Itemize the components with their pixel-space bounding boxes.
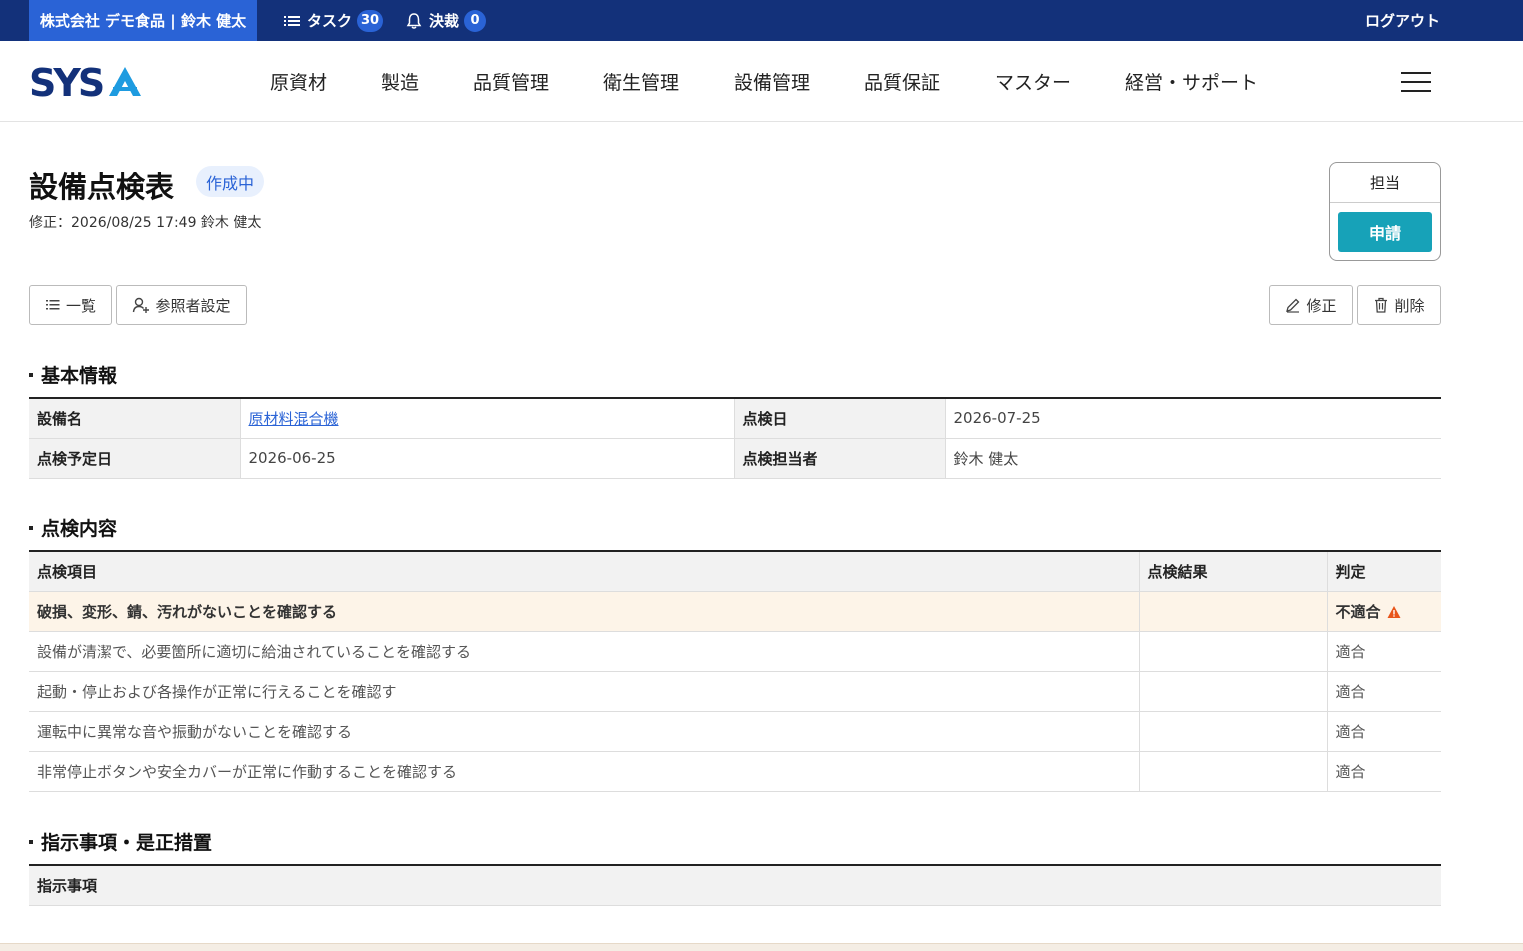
column-header-result: 点検結果 <box>1138 551 1327 592</box>
task-count-badge: 30 <box>357 9 384 32</box>
section-instructions: 指示事項・是正措置 <box>29 828 212 855</box>
edit-button[interactable]: 修正 <box>1269 285 1353 325</box>
equipment-name-link[interactable]: 原材料混合機 <box>249 410 339 428</box>
inspection-result <box>1138 631 1327 672</box>
nav-item-management-support[interactable]: 経営・サポート <box>1125 41 1258 122</box>
inspection-item: 非常停止ボタンや安全カバーが正常に作動することを確認する <box>29 751 1139 792</box>
inspection-result <box>1138 591 1327 632</box>
column-header-instruction: 指示事項 <box>29 865 1441 906</box>
cell-value: 原材料混合機 <box>239 398 734 439</box>
table-row: 設備名 原材料混合機 点検日 2026-07-25 <box>29 398 1441 439</box>
inspection-table: 点検項目 点検結果 判定 破損、変形、錆、汚れがないことを確認する 不適合 設備… <box>29 550 1441 792</box>
table-row: 設備が清潔で、必要箇所に適切に給油されていることを確認する 適合 <box>29 631 1441 672</box>
nav-item-equipment[interactable]: 設備管理 <box>734 41 810 122</box>
inspection-result <box>1138 671 1327 712</box>
judgement-text: 不適合 <box>1335 602 1381 621</box>
approval-role: 担当 <box>1330 163 1440 203</box>
trash-icon <box>1375 297 1388 313</box>
list-icon <box>284 15 300 26</box>
table-header-row: 点検項目 点検結果 判定 <box>29 551 1441 592</box>
table-row: 運転中に異常な音や振動がないことを確認する 適合 <box>29 711 1441 752</box>
nav-item-master[interactable]: マスター <box>995 41 1071 122</box>
section-heading: 点検内容 <box>41 518 118 540</box>
nav-item-raw-materials[interactable]: 原資材 <box>270 41 327 122</box>
nav-item-manufacturing[interactable]: 製造 <box>381 41 419 122</box>
page-bottom-edge <box>0 943 1523 951</box>
inspection-item: 破損、変形、錆、汚れがないことを確認する <box>29 591 1139 632</box>
table-header-row: 指示事項 <box>29 865 1441 906</box>
cell-label: 設備名 <box>29 398 240 439</box>
inspection-judgement: 適合 <box>1326 751 1441 792</box>
top-bar: 株式会社 デモ食品 | 鈴木 健太 タスク 30 決裁 0 ログアウト <box>0 0 1523 41</box>
main-nav: SYS 原資材 製造 品質管理 衛生管理 設備管理 品質保証 マスター 経営・サ… <box>0 41 1523 122</box>
sysa-logo[interactable]: SYS <box>29 65 145 99</box>
edit-button-label: 修正 <box>1306 296 1337 315</box>
nav-item-quality-control[interactable]: 品質管理 <box>473 41 549 122</box>
approval-label: 決裁 <box>429 12 460 30</box>
cell-value: 2026-07-25 <box>944 398 1441 439</box>
nav-item-hygiene[interactable]: 衛生管理 <box>603 41 679 122</box>
svg-text:SYS: SYS <box>29 65 103 99</box>
inspection-result <box>1138 751 1327 792</box>
section-heading: 基本情報 <box>41 365 118 387</box>
page-title: 設備点検表 <box>29 170 175 204</box>
section-basic-info: 基本情報 <box>29 361 117 388</box>
task-link[interactable]: タスク 30 <box>283 0 384 41</box>
list-button[interactable]: 一覧 <box>29 285 112 325</box>
inspection-item: 起動・停止および各操作が正常に行えることを確認す <box>29 671 1139 712</box>
column-header-item: 点検項目 <box>29 551 1139 592</box>
add-user-icon <box>133 297 150 313</box>
approval-box: 担当 申請 <box>1329 162 1441 261</box>
approval-count-badge: 0 <box>464 9 487 32</box>
viewer-settings-button[interactable]: 参照者設定 <box>116 285 247 325</box>
inspection-item: 運転中に異常な音や振動がないことを確認する <box>29 711 1139 752</box>
cell-value: 2026-06-25 <box>239 438 734 479</box>
cell-label: 点検担当者 <box>733 438 945 479</box>
cell-label: 点検予定日 <box>29 438 240 479</box>
modified-info: 修正：2026/08/25 17:49 鈴木 健太 <box>29 215 262 231</box>
inspection-result <box>1138 711 1327 752</box>
table-row: 点検予定日 2026-06-25 点検担当者 鈴木 健太 <box>29 438 1441 479</box>
table-row: 非常停止ボタンや安全カバーが正常に作動することを確認する 適合 <box>29 751 1441 792</box>
status-badge: 作成中 <box>196 166 265 197</box>
inspection-judgement: 適合 <box>1326 711 1441 752</box>
warning-icon <box>1387 606 1401 618</box>
pencil-icon <box>1286 298 1300 313</box>
inspection-judgement: 適合 <box>1326 631 1441 672</box>
basic-info-table: 設備名 原材料混合機 点検日 2026-07-25 点検予定日 2026-06-… <box>29 397 1441 479</box>
viewer-settings-label: 参照者設定 <box>155 296 231 315</box>
cell-label: 点検日 <box>733 398 945 439</box>
logout-link[interactable]: ログアウト <box>1365 0 1440 41</box>
apply-button[interactable]: 申請 <box>1338 212 1432 252</box>
task-label: タスク <box>307 12 353 30</box>
inspection-item: 設備が清潔で、必要箇所に適切に給油されていることを確認する <box>29 631 1139 672</box>
nav-item-quality-assurance[interactable]: 品質保証 <box>864 41 940 122</box>
hamburger-icon[interactable] <box>1401 72 1431 92</box>
company-user[interactable]: 株式会社 デモ食品 | 鈴木 健太 <box>29 0 257 41</box>
section-inspection: 点検内容 <box>29 514 117 541</box>
column-header-judgement: 判定 <box>1326 551 1441 592</box>
inspection-judgement: 適合 <box>1326 671 1441 712</box>
approval-link[interactable]: 決裁 0 <box>405 0 487 41</box>
delete-button[interactable]: 削除 <box>1357 285 1441 325</box>
list-button-label: 一覧 <box>65 296 96 315</box>
list-icon <box>45 300 60 310</box>
section-heading: 指示事項・是正措置 <box>41 832 213 854</box>
cell-value: 鈴木 健太 <box>944 438 1441 479</box>
table-row: 破損、変形、錆、汚れがないことを確認する 不適合 <box>29 591 1441 632</box>
delete-button-label: 削除 <box>1394 296 1425 315</box>
bell-icon <box>406 12 422 29</box>
instructions-table: 指示事項 <box>29 864 1441 906</box>
table-row: 起動・停止および各操作が正常に行えることを確認す 適合 <box>29 671 1441 712</box>
inspection-judgement: 不適合 <box>1326 591 1441 632</box>
